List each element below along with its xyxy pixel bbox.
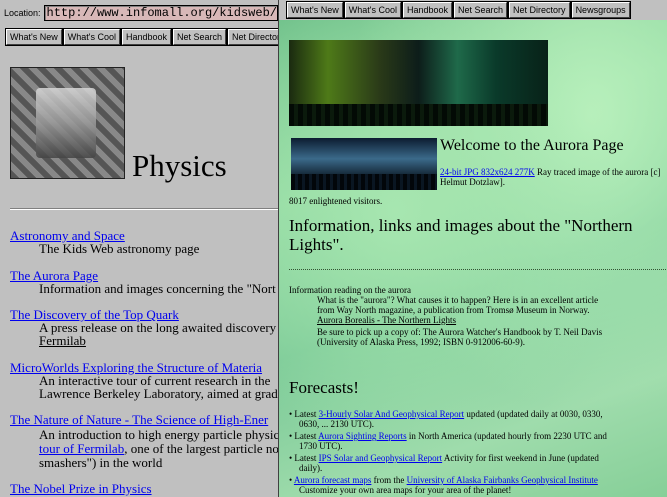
forecast-item-cont: Customize your own area maps for your ar…: [299, 485, 512, 495]
whats-new-button[interactable]: What's New: [287, 2, 343, 18]
aurora-banner-image: [289, 40, 548, 126]
bullet-text: updated (updated daily at 0030, 0330,: [464, 409, 603, 419]
link-uaf-geophysical-institute[interactable]: University of Alaska Fairbanks Geophysic…: [407, 475, 598, 485]
directory-buttons: What's New What's Cool Handbook Net Sear…: [6, 29, 278, 45]
entry-description: Information and images concerning the "N…: [39, 281, 276, 296]
info-text: (University of Alaska Press, 1992; ISBN …: [317, 337, 525, 347]
link-3-hourly-report[interactable]: 3-Hourly Solar And Geophysical Report: [319, 409, 464, 419]
bullet-text: in North America (updated hourly from 22…: [406, 431, 607, 441]
link-tour-of-fermilab[interactable]: tour of Fermilab: [39, 441, 124, 456]
info-text: What is the "aurora"? What causes it to …: [317, 295, 599, 305]
directory-buttons: What's New What's Cool Handbook Net Sear…: [287, 2, 630, 18]
forecasts-heading: Forecasts!: [289, 378, 359, 397]
whats-new-button[interactable]: What's New: [6, 29, 62, 45]
page-title: Welcome to the Aurora Page: [440, 137, 624, 154]
link-prefix: Aurora: [317, 315, 343, 325]
bullet-prefix: • Latest: [289, 409, 319, 419]
whats-cool-button[interactable]: What's Cool: [344, 2, 401, 18]
divider: [10, 208, 278, 210]
net-search-button[interactable]: Net Search: [454, 2, 508, 18]
net-directory-button[interactable]: Net Director: [228, 29, 278, 45]
link-label: Borealis - The Northern Lights: [344, 315, 457, 325]
aurora-thumbnail-image[interactable]: [291, 138, 437, 190]
bullet-prefix: • Latest: [289, 453, 319, 463]
physics-photo: [10, 67, 125, 179]
link-jpg-image[interactable]: 24-bit JPG 832x624 277K: [440, 167, 535, 177]
link-aurora-forecast-maps[interactable]: Aurora forecast maps: [294, 475, 371, 485]
link-ips-report[interactable]: IPS Solar and Geophysical Report: [319, 453, 442, 463]
link-aurora-sighting-reports[interactable]: Aurora Sighting Reports: [318, 431, 407, 441]
aurora-page: Welcome to the Aurora Page 24-bit JPG 83…: [279, 20, 667, 497]
location-input[interactable]: http://www.infomall.org/kidsweb/: [43, 5, 278, 21]
link-aurora-borealis[interactable]: Aurora Borealis - The Northern Lights: [317, 315, 456, 325]
whats-cool-button[interactable]: What's Cool: [63, 29, 120, 45]
section-heading: Information, links and images about the …: [289, 216, 633, 254]
entry-description: smashers") in the world: [39, 455, 163, 470]
entry-description: Lawrence Berkeley Laboratory, aimed at g…: [39, 386, 278, 401]
forecast-item-cont: daily).: [299, 463, 323, 473]
forecast-item: • Aurora forecast maps from the Universi…: [289, 475, 598, 485]
forecast-item-cont: 0630, ... 2130 UTC).: [299, 419, 374, 429]
image-caption: 24-bit JPG 832x624 277K Ray traced image…: [440, 167, 667, 187]
kidsweb-page: Physics Astronomy and Space The Kids Web…: [0, 50, 278, 497]
newsgroups-button[interactable]: Newsgroups: [571, 2, 630, 18]
link-fermilab[interactable]: Fermilab: [39, 333, 86, 349]
net-search-button[interactable]: Net Search: [173, 29, 227, 45]
bullet-text: Activity for first weekend in June (upda…: [442, 453, 599, 463]
net-directory-button[interactable]: Net Directory: [509, 2, 570, 18]
entry-description: The Kids Web astronomy page: [39, 241, 200, 256]
location-bar: Location: http://www.infomall.org/kidswe…: [4, 4, 278, 22]
bullet-text: from the: [371, 475, 407, 485]
forecast-item: • Latest Aurora Sighting Reports in Nort…: [289, 431, 607, 441]
divider: [289, 269, 667, 270]
link-nature-of-nature[interactable]: The Nature of Nature - The Science of Hi…: [10, 412, 268, 428]
info-label: Information reading on the aurora: [289, 285, 411, 295]
forecast-item-cont: 1730 UTC).: [299, 441, 343, 451]
handbook-button[interactable]: Handbook: [121, 29, 172, 45]
aurora-window: What's New What's Cool Handbook Net Sear…: [278, 0, 667, 497]
handbook-button[interactable]: Handbook: [402, 2, 453, 18]
page-title: Physics: [132, 148, 227, 183]
link-nobel-prize[interactable]: The Nobel Prize in Physics: [10, 481, 152, 497]
visitor-count: 8017 enlightened visitors.: [289, 196, 383, 206]
entry-description-text: , one of the largest particle no: [124, 441, 278, 456]
forecast-item: • Latest 3-Hourly Solar And Geophysical …: [289, 409, 603, 419]
info-text: from Way North magazine, a publication f…: [317, 305, 590, 315]
forecast-item: • Latest IPS Solar and Geophysical Repor…: [289, 453, 599, 463]
bullet-prefix: • Latest: [289, 431, 319, 441]
info-text: Be sure to pick up a copy of: The Aurora…: [317, 327, 603, 337]
kidsweb-window: Location: http://www.infomall.org/kidswe…: [0, 0, 278, 497]
location-label: Location:: [4, 8, 41, 18]
